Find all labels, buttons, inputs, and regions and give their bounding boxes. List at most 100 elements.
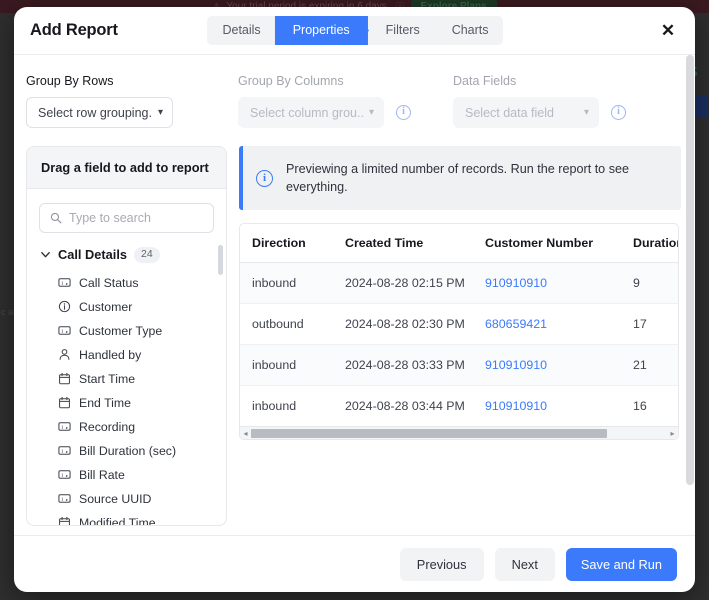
field-list-panel: Drag a field to add to report Call <box>26 146 227 526</box>
table-cell-number[interactable]: 910910910 <box>473 386 621 427</box>
field-panel-heading: Drag a field to add to report <box>27 147 226 189</box>
table-body: inbound2024-08-28 02:15 PM9109109109outb… <box>240 263 679 427</box>
search-icon <box>50 212 62 224</box>
group-by-rows-label: Group By Rows <box>26 74 238 88</box>
preview-table-horizontal-scrollbar[interactable]: ◂ ▸ <box>240 426 678 439</box>
table-cell-number[interactable]: 910910910 <box>473 345 621 386</box>
group-by-columns-field: Group By Columns Select column grou... ▾… <box>238 74 453 128</box>
modal-body: Group By Rows Select row grouping... ▾ G… <box>14 55 695 535</box>
field-list-item-label: Bill Duration (sec) <box>79 444 176 458</box>
wizard-stepper: Details Properties Filters Charts <box>206 16 502 45</box>
table-cell-number[interactable]: 680659421 <box>473 304 621 345</box>
group-by-rows-select[interactable]: Select row grouping... ▾ <box>26 97 173 128</box>
search-box[interactable] <box>39 203 214 233</box>
text-field-icon: 1 <box>58 444 71 457</box>
field-panel-scrollbar-thumb[interactable] <box>218 245 223 275</box>
table-cell-duration: 17 <box>621 304 679 345</box>
table-cell-direction: outbound <box>240 304 333 345</box>
save-and-run-button[interactable]: Save and Run <box>566 548 677 581</box>
tab-details-label: Details <box>222 23 260 37</box>
field-panel-inner: Call Details 24 1 Call Status Customer 1 Cus… <box>27 189 226 525</box>
field-list-item[interactable]: 1Source UUID <box>39 487 214 511</box>
preview-notice-text: Previewing a limited number of records. … <box>286 160 665 196</box>
field-list-item-label: Recording <box>79 420 135 434</box>
scrollbar-thumb[interactable] <box>251 429 607 438</box>
field-group-name: Call Details <box>58 247 127 262</box>
tab-filters[interactable]: Filters <box>368 16 434 45</box>
field-list-item-label: Customer Type <box>79 324 162 338</box>
field-list-item-label: Call Status <box>79 276 138 290</box>
table-column-header[interactable]: Duration ( <box>621 224 679 263</box>
tab-details[interactable]: Details <box>206 16 274 45</box>
tab-charts-label: Charts <box>452 23 489 37</box>
field-list-item[interactable]: Start Time <box>39 367 214 391</box>
table-column-header[interactable]: Created Time <box>333 224 473 263</box>
text-field-icon: 1 <box>58 468 71 481</box>
field-list-item[interactable]: Handled by <box>39 343 214 367</box>
preview-column: i Previewing a limited number of records… <box>239 146 681 526</box>
tab-charts[interactable]: Charts <box>434 16 503 45</box>
field-list-item[interactable]: 1 Bill Duration (sec) <box>39 439 214 463</box>
data-fields-field: Data Fields Select data field ▾ i <box>453 74 643 128</box>
group-by-columns-value: Select column grou... <box>250 106 363 120</box>
table-row: inbound2024-08-28 03:44 PM91091091016 <box>240 386 679 427</box>
page-title: Add Report <box>30 21 118 40</box>
chevron-down-icon: ▾ <box>584 107 589 118</box>
table-cell-created: 2024-08-28 02:15 PM <box>333 263 473 304</box>
field-list-item[interactable]: 1 Customer Type <box>39 319 214 343</box>
table-cell-number[interactable]: 910910910 <box>473 263 621 304</box>
table-column-header[interactable]: Customer Number <box>473 224 621 263</box>
next-button[interactable]: Next <box>495 548 555 581</box>
table-cell-duration: 21 <box>621 345 679 386</box>
table-cell-direction: inbound <box>240 345 333 386</box>
field-list-item[interactable]: Modified Time <box>39 511 214 525</box>
field-list-item[interactable]: 1Recording <box>39 415 214 439</box>
chevron-down-icon <box>40 249 51 260</box>
field-group-count: 24 <box>134 247 160 263</box>
field-list-item[interactable]: Customer <box>39 295 214 319</box>
table-cell-created: 2024-08-28 03:44 PM <box>333 386 473 427</box>
group-by-columns-info-icon[interactable]: i <box>396 105 411 120</box>
field-list-item[interactable]: End Time <box>39 391 214 415</box>
modal-body-scrollbar[interactable] <box>686 55 694 535</box>
field-panel-scrollbar[interactable] <box>218 245 223 525</box>
close-icon[interactable]: ✕ <box>657 20 679 42</box>
table-cell-direction: inbound <box>240 386 333 427</box>
tab-properties[interactable]: Properties <box>275 16 368 45</box>
scroll-left-arrow-icon[interactable]: ◂ <box>240 429 251 438</box>
add-report-modal: Add Report Details Properties Filters Ch… <box>14 7 695 592</box>
field-list: 1 Call Status Customer 1 Customer Type Handle… <box>39 271 214 525</box>
modal-footer: Previous Next Save and Run <box>14 535 695 592</box>
data-fields-select[interactable]: Select data field ▾ <box>453 97 599 128</box>
table-header-row: DirectionCreated TimeCustomer NumberDura… <box>240 224 679 263</box>
person-icon <box>58 348 71 361</box>
scrollbar-track[interactable] <box>251 429 667 438</box>
group-by-rows-field: Group By Rows Select row grouping... ▾ <box>26 74 238 128</box>
field-list-item[interactable]: 1 Bill Rate <box>39 463 214 487</box>
text-field-icon: 1 <box>58 276 71 289</box>
text-field-icon: 1 <box>58 324 71 337</box>
field-list-item-label: Handled by <box>79 348 141 362</box>
field-group-call-details[interactable]: Call Details 24 <box>39 247 214 263</box>
info-circle-icon <box>58 300 71 313</box>
field-list-item-label: End Time <box>79 396 131 410</box>
table-column-header[interactable]: Direction <box>240 224 333 263</box>
previous-button[interactable]: Previous <box>400 548 484 581</box>
modal-body-scrollbar-thumb[interactable] <box>686 55 694 485</box>
search-input[interactable] <box>69 211 203 225</box>
calendar-icon <box>58 396 71 409</box>
info-circle-icon: i <box>256 170 273 187</box>
scroll-right-arrow-icon[interactable]: ▸ <box>667 429 678 438</box>
modal-header: Add Report Details Properties Filters Ch… <box>14 7 695 55</box>
calendar-icon <box>58 372 71 385</box>
preview-table-wrapper: DirectionCreated TimeCustomer NumberDura… <box>239 223 679 440</box>
group-by-columns-select[interactable]: Select column grou... ▾ <box>238 97 384 128</box>
group-by-controls: Group By Rows Select row grouping... ▾ G… <box>14 55 695 128</box>
table-cell-duration: 16 <box>621 386 679 427</box>
field-list-item[interactable]: 1 Call Status <box>39 271 214 295</box>
field-list-item-label: Bill Rate <box>79 468 125 482</box>
preview-table: DirectionCreated TimeCustomer NumberDura… <box>240 224 679 426</box>
text-field-icon: 1 <box>58 492 71 505</box>
data-fields-info-icon[interactable]: i <box>611 105 626 120</box>
main-content: Drag a field to add to report Call <box>14 128 695 526</box>
